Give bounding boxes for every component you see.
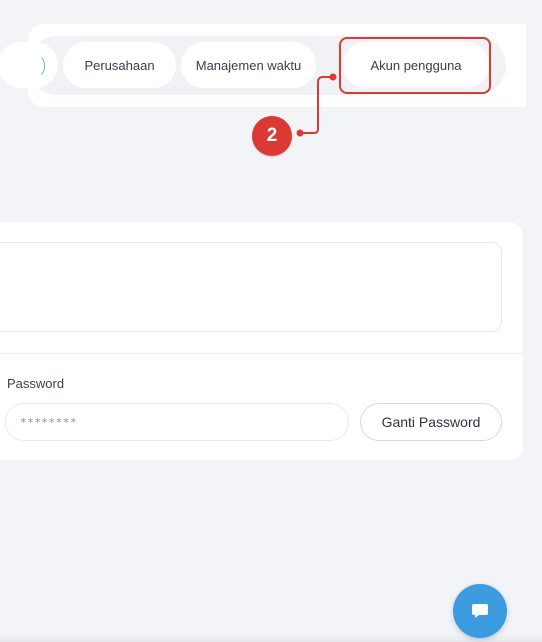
section-divider <box>0 353 523 354</box>
tab-bar: Perusahaan Manajemen waktu Akun pengguna <box>0 24 526 107</box>
change-password-button[interactable]: Ganti Password <box>360 403 502 441</box>
tab-strip: Perusahaan Manajemen waktu Akun pengguna <box>0 36 506 95</box>
tab-label: Perusahaan <box>84 57 155 73</box>
chat-bubble-icon <box>472 604 488 618</box>
tab-manajemen-waktu[interactable]: Manajemen waktu <box>181 42 316 88</box>
tab-label: Manajemen waktu <box>195 57 302 73</box>
chat-button[interactable] <box>453 584 507 638</box>
tab-perusahaan[interactable]: Perusahaan <box>63 42 176 88</box>
account-card: Password Ganti Password <box>0 222 523 460</box>
step-badge: 2 <box>252 116 292 156</box>
tab-arc-decoration <box>34 54 45 78</box>
bottom-shadow <box>0 634 542 642</box>
step-number: 2 <box>266 125 278 146</box>
connector-dot-start <box>296 129 304 137</box>
account-info-field[interactable] <box>0 242 502 332</box>
tab-previous-partial[interactable] <box>0 42 58 88</box>
password-field[interactable] <box>5 403 349 441</box>
tab-akun-pengguna[interactable]: Akun pengguna <box>343 42 489 88</box>
tab-label: Akun pengguna <box>370 57 462 73</box>
password-label: Password <box>7 376 65 391</box>
